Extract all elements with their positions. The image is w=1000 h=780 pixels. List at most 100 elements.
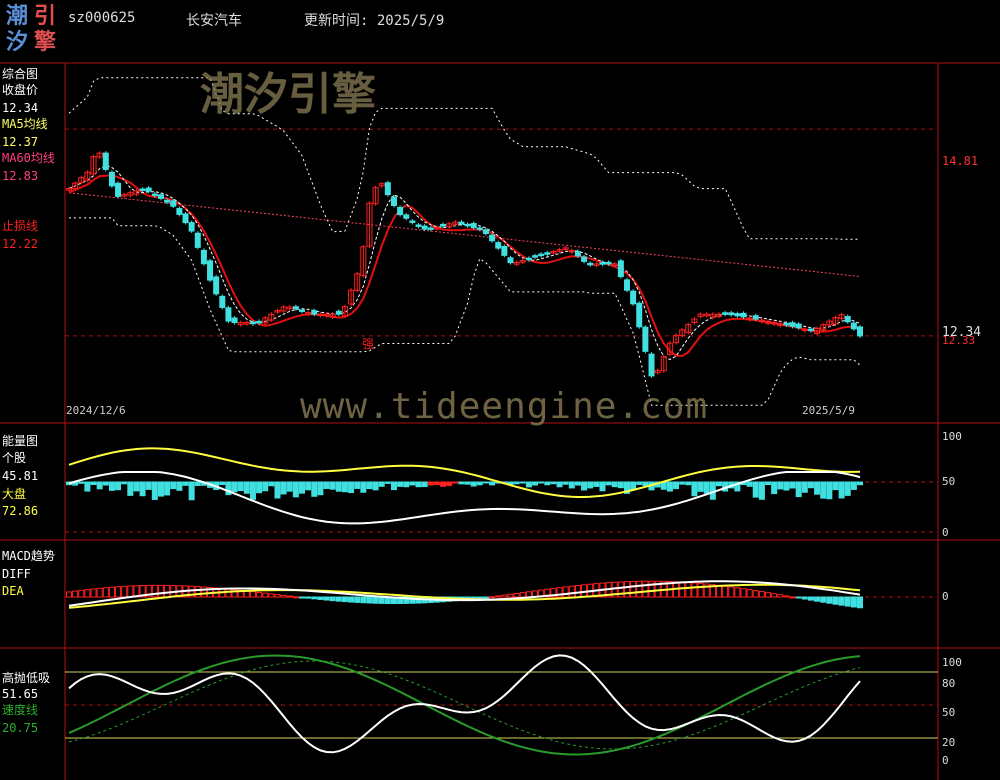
- candle-body: [170, 200, 177, 207]
- energy-bar: [237, 481, 244, 492]
- candle-body: [648, 353, 655, 377]
- macd-bar: [164, 584, 171, 598]
- hilo-tick: 50: [942, 706, 956, 719]
- macd-bar: [807, 596, 814, 601]
- candle-body: [807, 328, 814, 332]
- candle-body: [599, 262, 606, 265]
- energy-bar: [164, 481, 171, 496]
- energy-bar: [464, 481, 471, 485]
- macd-bar: [274, 594, 281, 598]
- energy-bar: [470, 481, 477, 487]
- energy-bar: [194, 481, 201, 486]
- candle-body: [213, 276, 220, 295]
- candle-body: [427, 227, 434, 230]
- energy-bar: [476, 481, 483, 486]
- energy-bar: [323, 481, 330, 489]
- hilo-value: 51.65: [2, 687, 39, 701]
- macd-bar: [90, 588, 97, 598]
- energy-bar: [360, 481, 367, 493]
- macd-bar: [225, 588, 232, 598]
- candle-body: [415, 224, 422, 227]
- macd-bar: [679, 581, 686, 598]
- energy-bar: [820, 481, 827, 499]
- market-energy-value: 72.86: [2, 504, 39, 518]
- candle-body: [630, 290, 637, 305]
- macd-bar: [84, 589, 91, 598]
- macd-bar: [789, 596, 796, 599]
- candle-body: [139, 188, 146, 192]
- macd-bar: [525, 591, 532, 598]
- macd-bar: [372, 596, 379, 604]
- macd-bar: [249, 591, 256, 598]
- candle-body: [188, 222, 195, 232]
- energy-bar: [525, 481, 532, 488]
- ma5-value: 12.37: [2, 135, 39, 149]
- macd-bar: [127, 585, 134, 598]
- energy-bar: [568, 481, 575, 489]
- macd-bar: [783, 595, 790, 598]
- energy-bar: [679, 481, 686, 485]
- energy-bar: [397, 481, 404, 487]
- macd-bar: [832, 596, 839, 605]
- macd-bar: [765, 592, 772, 598]
- stock-energy-value: 45.81: [2, 469, 39, 483]
- candle-body: [538, 253, 545, 257]
- hilo-tick: 20: [942, 736, 956, 749]
- candle-body: [734, 313, 741, 317]
- speed-label: 速度线: [2, 703, 39, 717]
- energy-bar: [562, 481, 569, 485]
- macd-bar: [623, 581, 630, 598]
- energy-bar: [452, 481, 459, 484]
- macd-bar: [378, 596, 385, 604]
- macd-bar: [642, 580, 649, 598]
- energy-bar: [90, 481, 97, 486]
- energy-bar: [605, 481, 612, 486]
- candle-body: [151, 193, 158, 197]
- macd-title: MACD趋势: [2, 549, 55, 563]
- candle-body: [740, 312, 747, 318]
- candle-body: [409, 220, 416, 223]
- energy-bar: [243, 481, 250, 494]
- energy-bar: [587, 481, 594, 489]
- energy-bar: [715, 481, 722, 487]
- candle-body: [495, 242, 502, 249]
- energy-bar: [807, 481, 814, 489]
- energy-bar: [341, 481, 348, 493]
- date-end: 2025/5/9: [802, 404, 855, 417]
- macd-bar: [562, 586, 569, 598]
- energy-bar: [115, 481, 122, 491]
- stop-loss-line: [68, 174, 861, 358]
- energy-bar: [814, 481, 821, 495]
- energy-bar: [188, 481, 195, 501]
- macd-bar: [262, 592, 269, 598]
- candle-body: [789, 322, 796, 327]
- energy-bar: [354, 481, 361, 489]
- energy-bar: [329, 481, 336, 490]
- hilo-title: 高抛低吸: [2, 671, 51, 685]
- energy-bar: [280, 481, 287, 495]
- candle-body: [574, 251, 581, 257]
- stock-name: 长安汽车: [186, 13, 242, 29]
- dea-label: DEA: [2, 584, 24, 598]
- energy-bar: [538, 481, 545, 484]
- macd-bar: [317, 596, 324, 600]
- energy-bar: [611, 481, 618, 488]
- candle-body: [728, 312, 735, 316]
- macd-bar: [72, 590, 79, 598]
- macd-bar: [78, 589, 85, 598]
- candle-body: [200, 249, 207, 265]
- macd-bar: [697, 582, 704, 598]
- diff-label: DIFF: [2, 567, 31, 581]
- macd-bar: [305, 596, 312, 599]
- candle-body: [225, 307, 232, 322]
- logo-char: 汐: [6, 29, 29, 55]
- energy-bar: [84, 481, 91, 492]
- macd-bar: [335, 596, 342, 602]
- candle-body: [783, 322, 790, 326]
- energy-tick: 0: [942, 526, 949, 539]
- stock-energy-line: [68, 471, 861, 525]
- energy-bar: [544, 481, 551, 486]
- macd-bar: [740, 588, 747, 598]
- candle-body: [464, 223, 471, 227]
- macd-bar: [507, 593, 514, 598]
